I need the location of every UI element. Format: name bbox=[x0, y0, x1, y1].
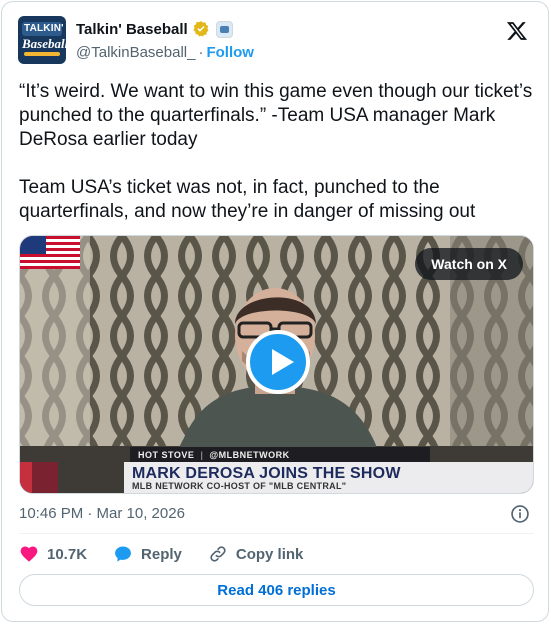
tweet-timestamp[interactable]: 10:46 PM · Mar 10, 2026 bbox=[19, 505, 185, 522]
ticker-separator-icon: | bbox=[200, 449, 204, 460]
us-flag-icon bbox=[20, 236, 80, 269]
tweet-actions: 10.7K Reply Copy link bbox=[19, 543, 329, 565]
like-button[interactable]: 10.7K bbox=[19, 544, 87, 564]
tweet-text: “It’s weird. We want to win this game ev… bbox=[19, 80, 539, 224]
divider bbox=[19, 533, 534, 534]
reply-bubble-icon bbox=[115, 546, 131, 562]
broadcast-ticker: HOT STOVE | @MLBNETWORK bbox=[130, 447, 430, 462]
avatar-logo-text-script: Baseball bbox=[22, 36, 66, 51]
avatar[interactable]: TALKIN' Baseball bbox=[18, 16, 66, 64]
copy-link-label: Copy link bbox=[235, 545, 304, 563]
tweet-card: TALKIN' Baseball Talkin' Baseball @Talki… bbox=[1, 1, 549, 622]
link-icon bbox=[210, 546, 226, 562]
copy-link-button[interactable]: Copy link bbox=[208, 544, 304, 564]
author-handle-row: @TalkinBaseball_ · Follow bbox=[76, 44, 254, 61]
affiliate-badge-icon[interactable] bbox=[215, 20, 233, 38]
author-display-name[interactable]: Talkin' Baseball bbox=[76, 21, 188, 38]
tweet-paragraph: Team USA’s ticket was not, in fact, punc… bbox=[19, 177, 476, 222]
avatar-logo-swoosh bbox=[24, 52, 60, 56]
read-replies-button[interactable]: Read 406 replies bbox=[19, 574, 534, 606]
broadcast-subheadline: MLB NETWORK CO-HOST OF "MLB CENTRAL" bbox=[132, 481, 347, 491]
watch-on-x-button[interactable]: Watch on X bbox=[415, 248, 523, 280]
avatar-logo-text-top: TALKIN' bbox=[24, 23, 64, 34]
like-count: 10.7K bbox=[47, 545, 88, 563]
play-icon[interactable] bbox=[246, 330, 310, 394]
handle-separator: · bbox=[198, 44, 204, 61]
video-player[interactable]: HOT STOVE | @MLBNETWORK MARK DEROSA JOIN… bbox=[19, 235, 534, 494]
ticker-show-name: HOT STOVE bbox=[138, 449, 195, 460]
ticker-handle: @MLBNETWORK bbox=[209, 449, 290, 460]
broadcast-headline-bar: MARK DEROSA JOINS THE SHOW MLB NETWORK C… bbox=[124, 462, 533, 493]
follow-link[interactable]: Follow bbox=[206, 44, 254, 61]
tweet-paragraph: “It’s weird. We want to win this game ev… bbox=[19, 81, 533, 150]
x-logo-icon[interactable] bbox=[506, 20, 528, 42]
heart-icon bbox=[20, 546, 38, 562]
reply-label: Reply bbox=[141, 545, 182, 563]
author-handle[interactable]: @TalkinBaseball_ bbox=[76, 44, 195, 61]
verified-badge-icon bbox=[193, 21, 209, 37]
reply-button[interactable]: Reply bbox=[113, 544, 182, 564]
author-name-row: Talkin' Baseball bbox=[76, 20, 233, 38]
info-icon[interactable] bbox=[510, 504, 530, 524]
